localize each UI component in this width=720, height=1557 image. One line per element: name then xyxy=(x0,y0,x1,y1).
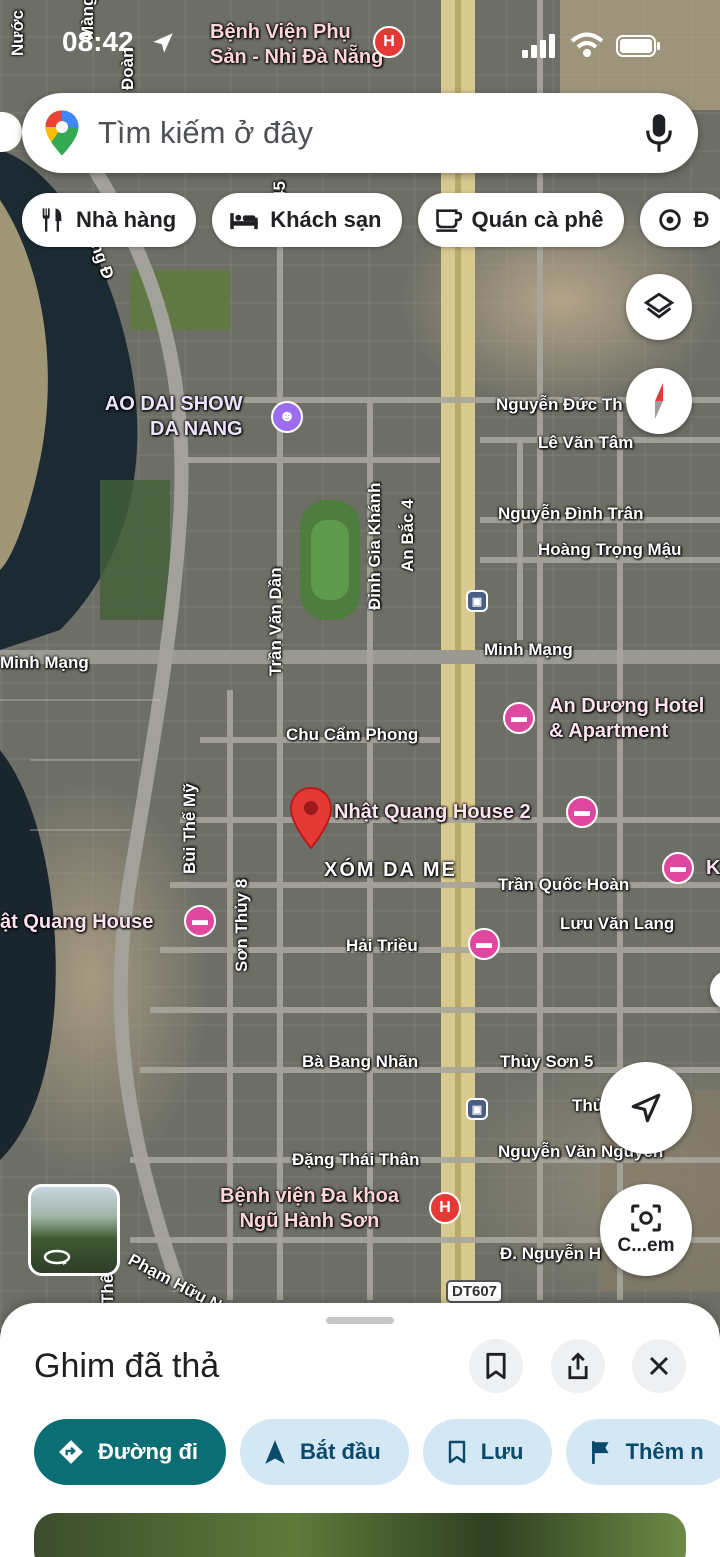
poi-label-benh-vien-ngu-hanh-son: Bệnh viện Đa khoa Ngũ Hành Sơn xyxy=(220,1185,399,1232)
rotate-360-icon xyxy=(43,1249,71,1265)
coffee-cup-icon xyxy=(435,209,462,232)
directions-button[interactable]: Đường đi xyxy=(34,1419,226,1485)
layers-icon xyxy=(643,292,675,319)
layers-button[interactable] xyxy=(626,274,692,340)
road-label-dang-thai-than: Đặng Thái Thân xyxy=(292,1150,420,1169)
cellular-signal-icon xyxy=(522,34,555,58)
my-location-button[interactable] xyxy=(600,1062,692,1154)
chip-hotels[interactable]: Khách sạn xyxy=(212,193,402,247)
chip-gas[interactable]: Đ xyxy=(639,193,720,247)
bed-icon xyxy=(230,213,258,230)
poi-label-an-duong-hotel: An Dương Hotel & Apartment xyxy=(549,695,705,742)
road-label-bui-the-my: Bùi Thế Mỹ xyxy=(180,783,199,874)
status-bar: 08:42 xyxy=(0,20,720,66)
road-label-minh-mang-west: Minh Mạng xyxy=(0,653,89,672)
poi-label-k: K xyxy=(706,857,720,879)
lens-camera-label: C...em xyxy=(617,1235,675,1256)
navigation-arrow-icon xyxy=(631,1093,661,1123)
chip-coffee[interactable]: Quán cà phê xyxy=(417,193,624,247)
poi-label-nhat-quang-house-2: Nhật Quang House 2 xyxy=(334,801,531,823)
drag-handle[interactable] xyxy=(326,1317,394,1324)
search-bar[interactable]: Tìm kiếm ở đây xyxy=(22,93,698,173)
road-label-nguyen-duc-thu: Nguyễn Đức Th xyxy=(496,395,623,414)
road-label-ba-bang-nhan: Bà Bang Nhãn xyxy=(302,1052,419,1071)
road-label-son-thuy-8: Sơn Thủy 8 xyxy=(232,878,251,972)
place-photo[interactable] xyxy=(34,1513,686,1557)
road-label-minh-mang-east: Minh Mạng xyxy=(484,640,573,659)
battery-icon xyxy=(616,35,660,57)
bus-stop-icon[interactable]: ▣ xyxy=(466,1098,488,1120)
road-label-le-van-tam: Lê Văn Tâm xyxy=(538,433,634,452)
save-bookmark-button[interactable] xyxy=(469,1339,523,1393)
road-label-hai-trieu: Hải Triều xyxy=(346,936,418,955)
close-icon xyxy=(649,1356,669,1376)
save-button[interactable]: Lưu xyxy=(422,1419,552,1485)
category-chips: Nhà hàng Khách sạn Quán cà phê Đ xyxy=(22,193,720,247)
road-label-tran-van-dan: Trần Văn Dần xyxy=(266,567,285,676)
road-label-nguyen-dinh-tran: Nguyễn Đình Trân xyxy=(498,504,644,523)
gas-station-icon xyxy=(658,209,681,231)
share-icon xyxy=(568,1352,588,1380)
compass-button[interactable] xyxy=(626,368,692,434)
hotel-pin-icon[interactable]: ▬ xyxy=(662,852,694,884)
search-input[interactable]: Tìm kiếm ở đây xyxy=(98,115,313,151)
dropped-pin-icon[interactable] xyxy=(289,786,333,850)
road-label-hoang-trong-mau: Hoàng Trọng Mậu xyxy=(538,540,682,559)
add-label-button[interactable]: Thêm n xyxy=(565,1419,720,1485)
fork-knife-icon xyxy=(42,208,62,232)
flag-icon xyxy=(591,1441,609,1464)
wifi-icon xyxy=(570,32,604,57)
road-label-luu-van-lang: Lưu Văn Lang xyxy=(560,914,675,933)
hotel-pin-icon[interactable]: ▬ xyxy=(503,702,535,734)
hospital-pin-icon[interactable]: H xyxy=(429,1192,461,1224)
road-label-the: Thế xyxy=(98,1273,117,1304)
place-sheet[interactable]: Ghim đã thả Đường đi Bắt đầu Lưu Thêm n xyxy=(0,1303,720,1557)
road-label-an-bac-4: An Bắc 4 xyxy=(398,499,417,572)
road-label-thu: Thủ xyxy=(572,1096,604,1115)
directions-diamond-icon xyxy=(59,1440,83,1464)
google-maps-pin-icon xyxy=(45,110,79,156)
street-view-thumbnail[interactable] xyxy=(28,1184,120,1276)
road-label-tran-quoc-hoan: Trần Quốc Hoàn xyxy=(498,875,630,894)
route-shield-dt607: DT607 xyxy=(446,1280,504,1303)
road-label-chu-cam-phong: Chu Cẩm Phong xyxy=(286,725,419,744)
camera-lens-icon xyxy=(631,1204,661,1232)
road-label-thuy-son-5: Thủy Sơn 5 xyxy=(500,1052,594,1071)
hotel-pin-icon[interactable]: ▬ xyxy=(566,796,598,828)
share-button[interactable] xyxy=(551,1339,605,1393)
lens-camera-button[interactable]: C...em xyxy=(600,1184,692,1276)
poi-label-ao-dai-show: AO DAI SHOW DA NANG xyxy=(104,393,243,440)
road-label-d-nguyen: Đ. Nguyễn H xyxy=(500,1244,602,1263)
bookmark-icon xyxy=(486,1352,506,1380)
hotel-pin-icon[interactable]: ▬ xyxy=(184,905,216,937)
sheet-title: Ghim đã thả xyxy=(34,1347,220,1385)
microphone-icon[interactable] xyxy=(646,113,672,153)
road-label-dinh-gia-khanh: Đinh Gia Khánh xyxy=(365,482,384,611)
neighborhood-label: XÓM DA ME xyxy=(324,859,457,881)
compass-icon xyxy=(655,383,663,419)
status-time: 08:42 xyxy=(62,26,134,57)
bus-stop-icon[interactable]: ▣ xyxy=(466,590,488,612)
theater-pin-icon[interactable]: ☻ xyxy=(271,401,303,433)
status-icons xyxy=(522,32,662,58)
start-button[interactable]: Bắt đầu xyxy=(240,1419,409,1485)
chip-restaurants[interactable]: Nhà hàng xyxy=(22,193,197,247)
bookmark-icon xyxy=(448,1440,465,1464)
hotel-pin-icon[interactable]: ▬ xyxy=(468,928,500,960)
poi-label-nhat-quang-house: ật Quang House xyxy=(0,911,154,933)
location-arrow-icon xyxy=(153,33,173,53)
navigation-arrow-icon xyxy=(265,1440,285,1464)
close-button[interactable] xyxy=(632,1339,686,1393)
action-buttons: Đường đi Bắt đầu Lưu Thêm n xyxy=(34,1419,720,1485)
